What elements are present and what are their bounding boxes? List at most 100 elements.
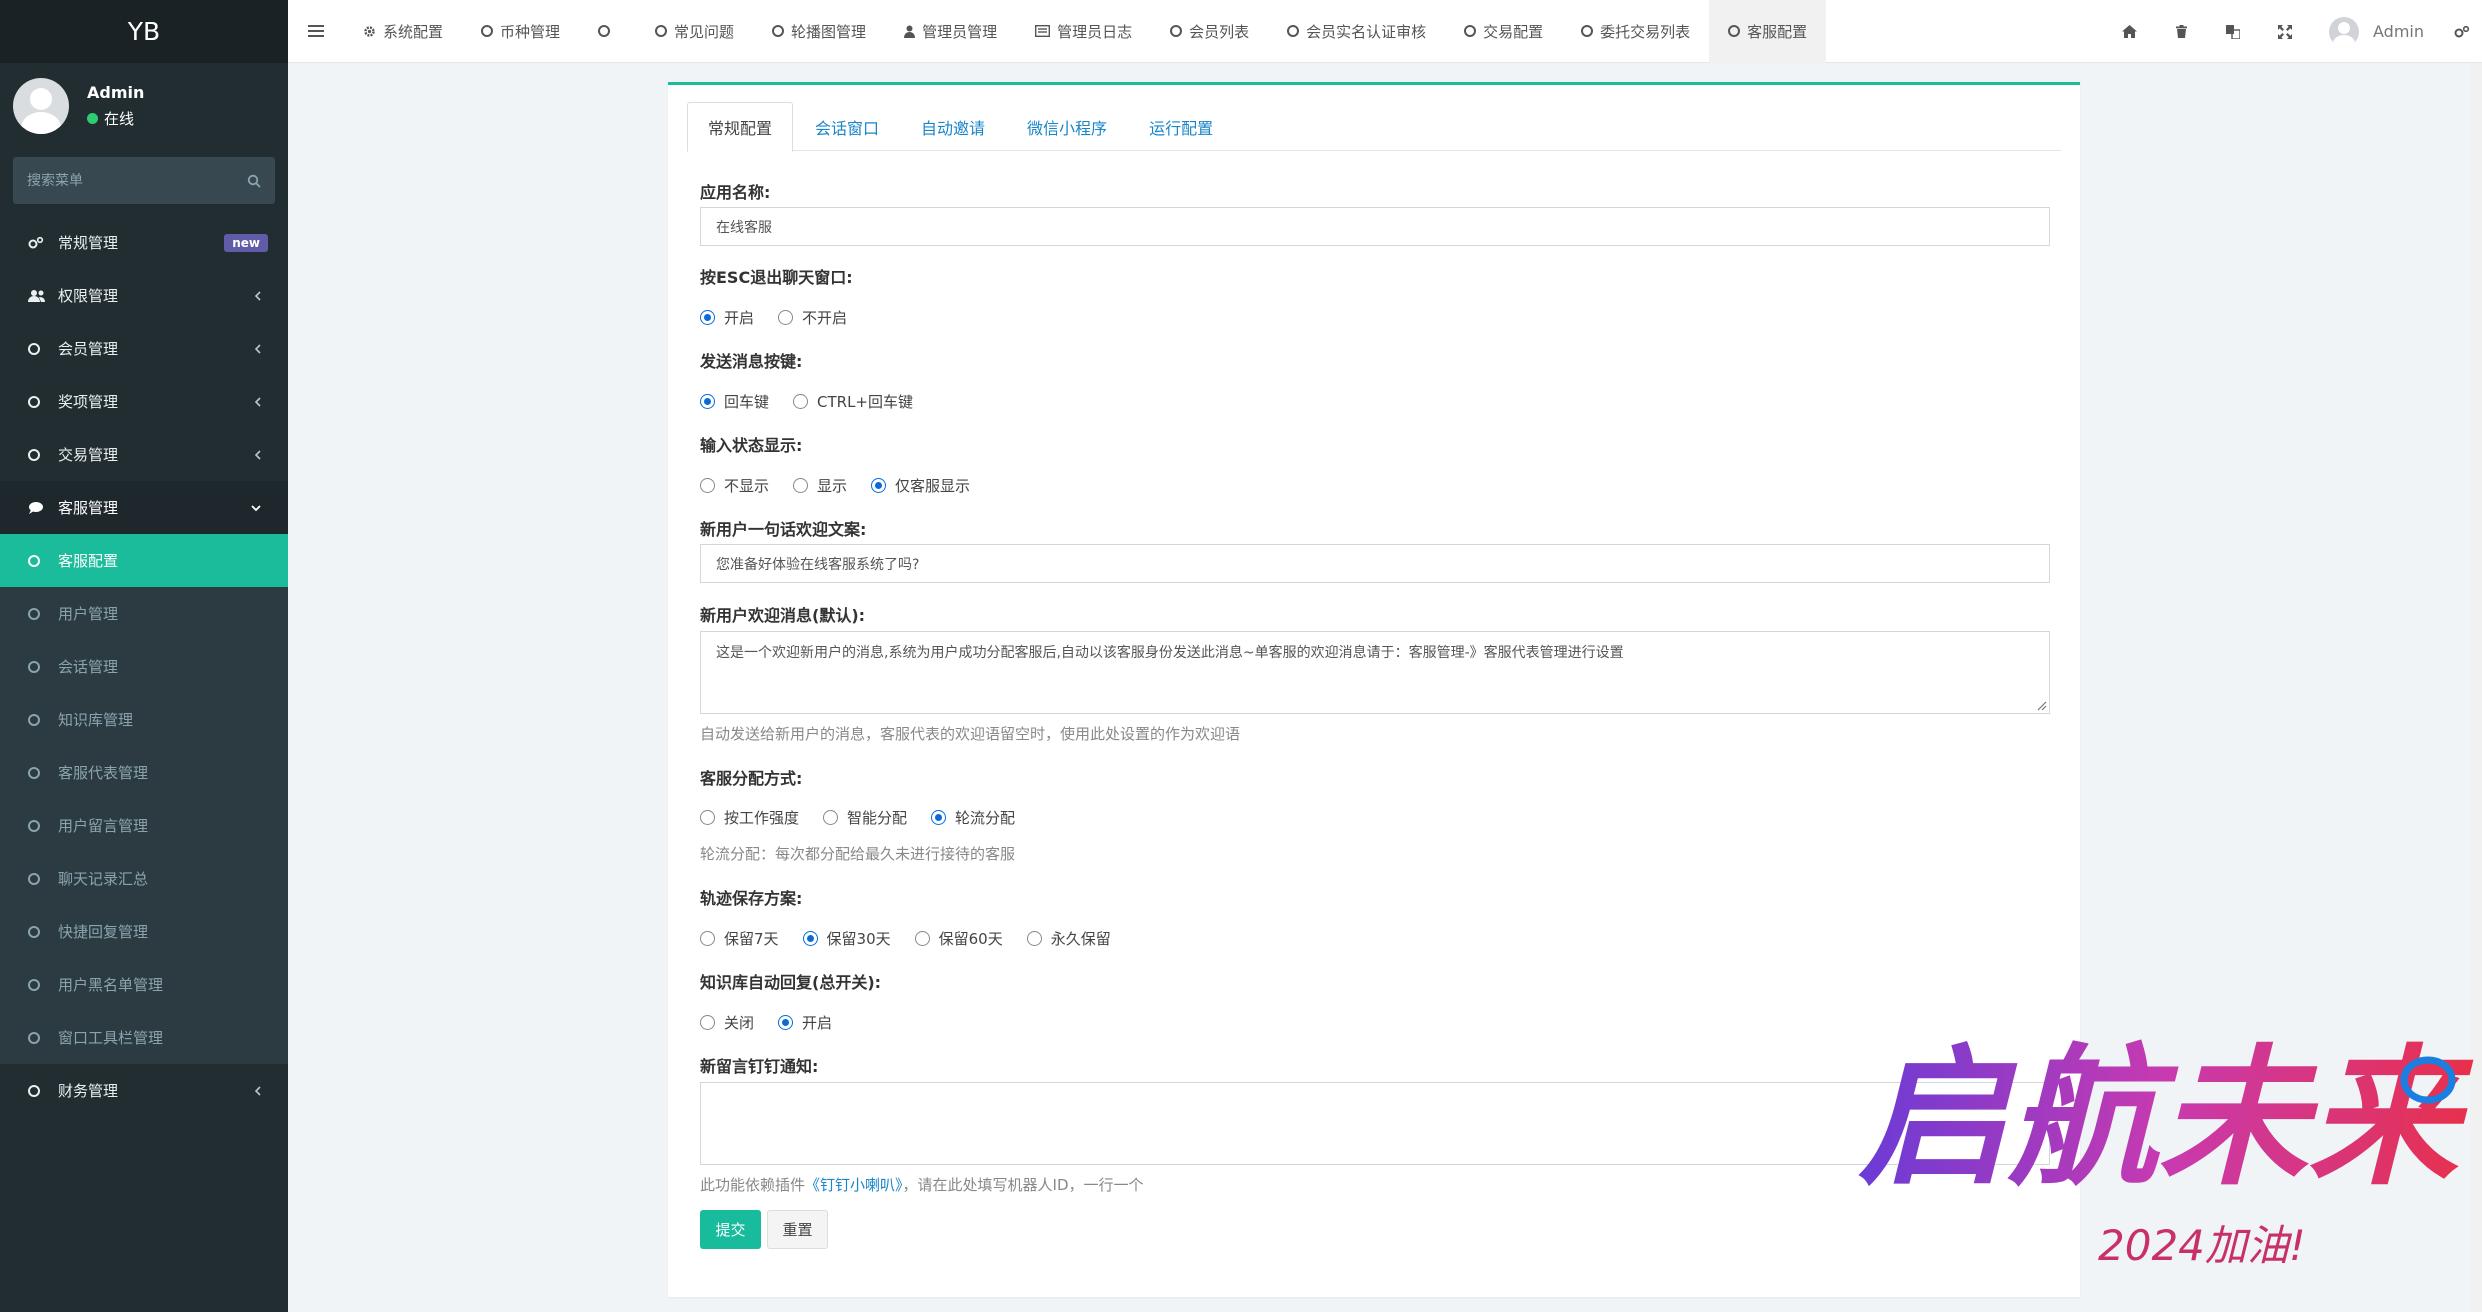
send-key-radios: 回车键 CTRL+回车键	[700, 391, 937, 412]
radio-option[interactable]: 仅客服显示	[871, 475, 970, 496]
app-name-label: 应用名称:	[700, 183, 771, 202]
radio-button[interactable]	[793, 478, 809, 493]
sidebar-item-label: 窗口工具栏管理	[58, 1029, 164, 1047]
tab-trade-config[interactable]: 交易配置	[1445, 0, 1562, 63]
sidebar-item-cs-chatlog[interactable]: 聊天记录汇总	[0, 852, 288, 905]
radio-button[interactable]	[1026, 931, 1042, 946]
radio-button[interactable]	[700, 1015, 715, 1030]
sidebar-item-awards[interactable]: 奖项管理	[0, 375, 288, 428]
menu-search-input[interactable]	[27, 172, 227, 189]
sidebar-item-cs-users[interactable]: 用户管理	[0, 587, 288, 640]
user-menu[interactable]: Admin	[2311, 16, 2442, 47]
chevron-left-icon	[254, 428, 262, 481]
comment-icon	[28, 501, 50, 515]
tab-order-list[interactable]: 委托交易列表	[1562, 0, 1709, 63]
radio-option[interactable]: 保留60天	[914, 928, 1003, 949]
radio-option[interactable]: 不显示	[700, 475, 769, 496]
welcome-msg-text: 这是一个欢迎新用户的消息,系统为用户成功分配客服后,自动以该客服身份发送此消息~…	[716, 645, 1624, 661]
tab-wechat-miniprogram[interactable]: 微信小程序	[1007, 102, 1127, 151]
config-tabs: 常规配置 会话窗口 自动邀请 微信小程序 运行配置	[687, 102, 2061, 152]
tab-member-list[interactable]: 会员列表	[1151, 0, 1268, 63]
welcome-msg-textarea[interactable]: 这是一个欢迎新用户的消息,系统为用户成功分配客服后,自动以该客服身份发送此消息~…	[700, 631, 2050, 714]
menu-toggle-icon[interactable]	[288, 0, 344, 63]
radio-button[interactable]	[778, 1015, 794, 1030]
radio-option[interactable]: 开启	[778, 1012, 832, 1033]
tab-carousel[interactable]: 轮播图管理	[753, 0, 885, 63]
tab-blank[interactable]	[579, 0, 636, 63]
radio-button[interactable]	[700, 478, 715, 493]
sidebar-item-label: 用户留言管理	[58, 817, 149, 835]
sidebar-item-cs-toolbar[interactable]: 窗口工具栏管理	[0, 1011, 288, 1064]
resize-handle-icon[interactable]	[2037, 701, 2047, 711]
radio-option[interactable]: 开启	[700, 307, 754, 328]
tab-chat-window[interactable]: 会话窗口	[795, 102, 899, 151]
sidebar-item-cs-knowledge[interactable]: 知识库管理	[0, 693, 288, 746]
radio-option[interactable]: 回车键	[700, 391, 769, 412]
home-icon[interactable]	[2103, 0, 2155, 63]
tab-label: 系统配置	[383, 22, 444, 41]
radio-option[interactable]: 显示	[793, 475, 847, 496]
radio-button[interactable]	[823, 810, 839, 825]
sidebar-item-members[interactable]: 会员管理	[0, 322, 288, 375]
radio-option[interactable]: 关闭	[700, 1012, 754, 1033]
reset-button[interactable]: 重置	[767, 1210, 828, 1249]
circle-icon	[28, 819, 40, 832]
radio-option[interactable]: 永久保留	[1026, 928, 1111, 949]
tab-kyc-review[interactable]: 会员实名认证审核	[1268, 0, 1445, 63]
dingtalk-plugin-link[interactable]: 《钉钉小喇叭》	[805, 1176, 903, 1194]
sidebar-item-cs-quickreply[interactable]: 快捷回复管理	[0, 905, 288, 958]
submit-button[interactable]: 提交	[700, 1210, 761, 1249]
tab-system-config[interactable]: 系统配置	[344, 0, 462, 63]
radio-option[interactable]: CTRL+回车键	[793, 391, 913, 412]
radio-option[interactable]: 智能分配	[823, 807, 907, 828]
sidebar-item-customer-service[interactable]: 客服管理	[0, 481, 288, 534]
circle-icon	[28, 925, 40, 938]
radio-option[interactable]: 轮流分配	[931, 807, 1015, 828]
fullscreen-icon[interactable]	[2259, 0, 2311, 63]
page-scrollbar[interactable]	[2470, 63, 2482, 1312]
sidebar-item-general[interactable]: 常规管理 new	[0, 216, 288, 269]
tab-cs-config[interactable]: 客服配置	[1709, 0, 1827, 63]
radio-option[interactable]: 保留7天	[700, 928, 779, 949]
dingtalk-textarea[interactable]	[700, 1082, 2050, 1165]
sidebar-item-cs-reps[interactable]: 客服代表管理	[0, 746, 288, 799]
radio-button[interactable]	[793, 394, 809, 409]
search-icon[interactable]	[247, 174, 261, 188]
sidebar-item-finance[interactable]: 财务管理	[0, 1064, 288, 1117]
tab-runtime-config[interactable]: 运行配置	[1129, 102, 1233, 151]
radio-button[interactable]	[914, 931, 930, 946]
radio-button[interactable]	[700, 394, 715, 409]
tab-admins[interactable]: 管理员管理	[885, 0, 1016, 63]
radio-button[interactable]	[871, 478, 887, 493]
tab-admin-log[interactable]: 管理员日志	[1016, 0, 1151, 63]
radio-button[interactable]	[700, 810, 715, 825]
radio-option[interactable]: 不开启	[778, 307, 847, 328]
radio-option[interactable]: 按工作强度	[700, 807, 799, 828]
sidebar-item-cs-config[interactable]: 客服配置	[0, 534, 288, 587]
welcome-line-input[interactable]: 您准备好体验在线客服系统了吗?	[700, 544, 2050, 583]
radio-button[interactable]	[700, 931, 715, 946]
radio-button[interactable]	[778, 310, 794, 325]
radio-button[interactable]	[802, 931, 818, 946]
translate-icon[interactable]	[2207, 0, 2259, 63]
radio-button[interactable]	[700, 310, 715, 325]
radio-button[interactable]	[931, 810, 947, 825]
sidebar-item-permissions[interactable]: 权限管理	[0, 269, 288, 322]
brand-logo[interactable]: YB	[0, 0, 288, 63]
sidebar-item-cs-blacklist[interactable]: 用户黑名单管理	[0, 958, 288, 1011]
radio-option[interactable]: 保留30天	[802, 928, 891, 949]
tab-currency[interactable]: 币种管理	[462, 0, 579, 63]
sidebar-item-label: 财务管理	[58, 1082, 119, 1100]
sidebar-item-trading[interactable]: 交易管理	[0, 428, 288, 481]
tab-auto-invite[interactable]: 自动邀请	[901, 102, 1005, 151]
sidebar-item-cs-sessions[interactable]: 会话管理	[0, 640, 288, 693]
radio-label: 回车键	[724, 393, 770, 411]
tab-general-config[interactable]: 常规配置	[687, 102, 794, 152]
app-name-input[interactable]: 在线客服	[700, 207, 2050, 246]
cogs-icon[interactable]	[2442, 0, 2482, 63]
sidebar-item-cs-messages[interactable]: 用户留言管理	[0, 799, 288, 852]
tab-faq[interactable]: 常见问题	[636, 0, 753, 63]
circle-icon	[28, 342, 40, 355]
trash-icon[interactable]	[2155, 0, 2207, 63]
assign-mode-radios: 按工作强度 智能分配 轮流分配	[700, 807, 1039, 828]
